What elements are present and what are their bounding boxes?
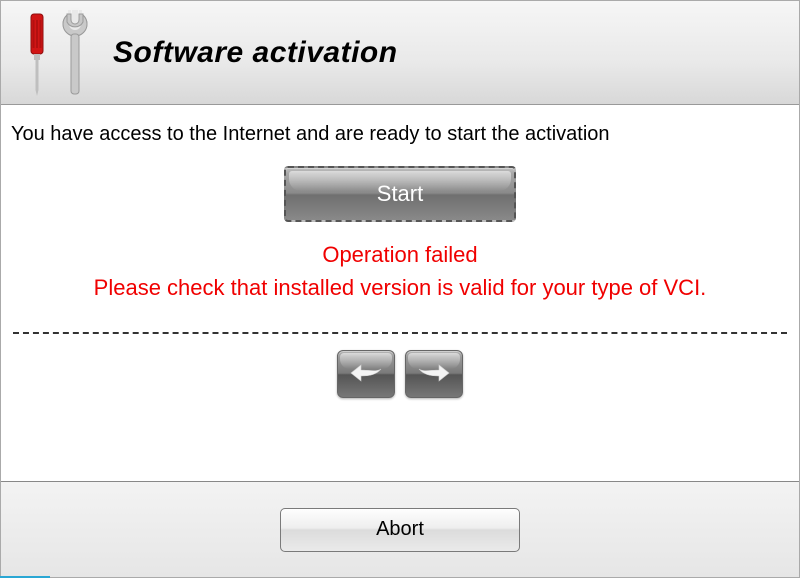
back-button[interactable] <box>337 350 395 398</box>
screwdriver-wrench-icon <box>17 8 97 98</box>
arrow-left-icon <box>349 362 383 387</box>
forward-button[interactable] <box>405 350 463 398</box>
activation-window: Software activation You have access to t… <box>0 0 800 578</box>
instruction-text: You have access to the Internet and are … <box>9 123 791 166</box>
start-button[interactable]: Start <box>284 166 516 222</box>
wizard-nav <box>9 346 791 412</box>
main-content: You have access to the Internet and are … <box>1 105 799 481</box>
error-line-2: Please check that installed version is v… <box>9 271 791 304</box>
error-message: Operation failed Please check that insta… <box>9 238 791 304</box>
abort-button[interactable]: Abort <box>280 508 520 552</box>
section-divider <box>13 332 787 334</box>
footer-bar: Abort <box>1 481 799 577</box>
error-line-1: Operation failed <box>9 238 791 271</box>
page-title: Software activation <box>113 36 398 70</box>
arrow-right-icon <box>417 362 451 387</box>
header-bar: Software activation <box>1 1 799 105</box>
